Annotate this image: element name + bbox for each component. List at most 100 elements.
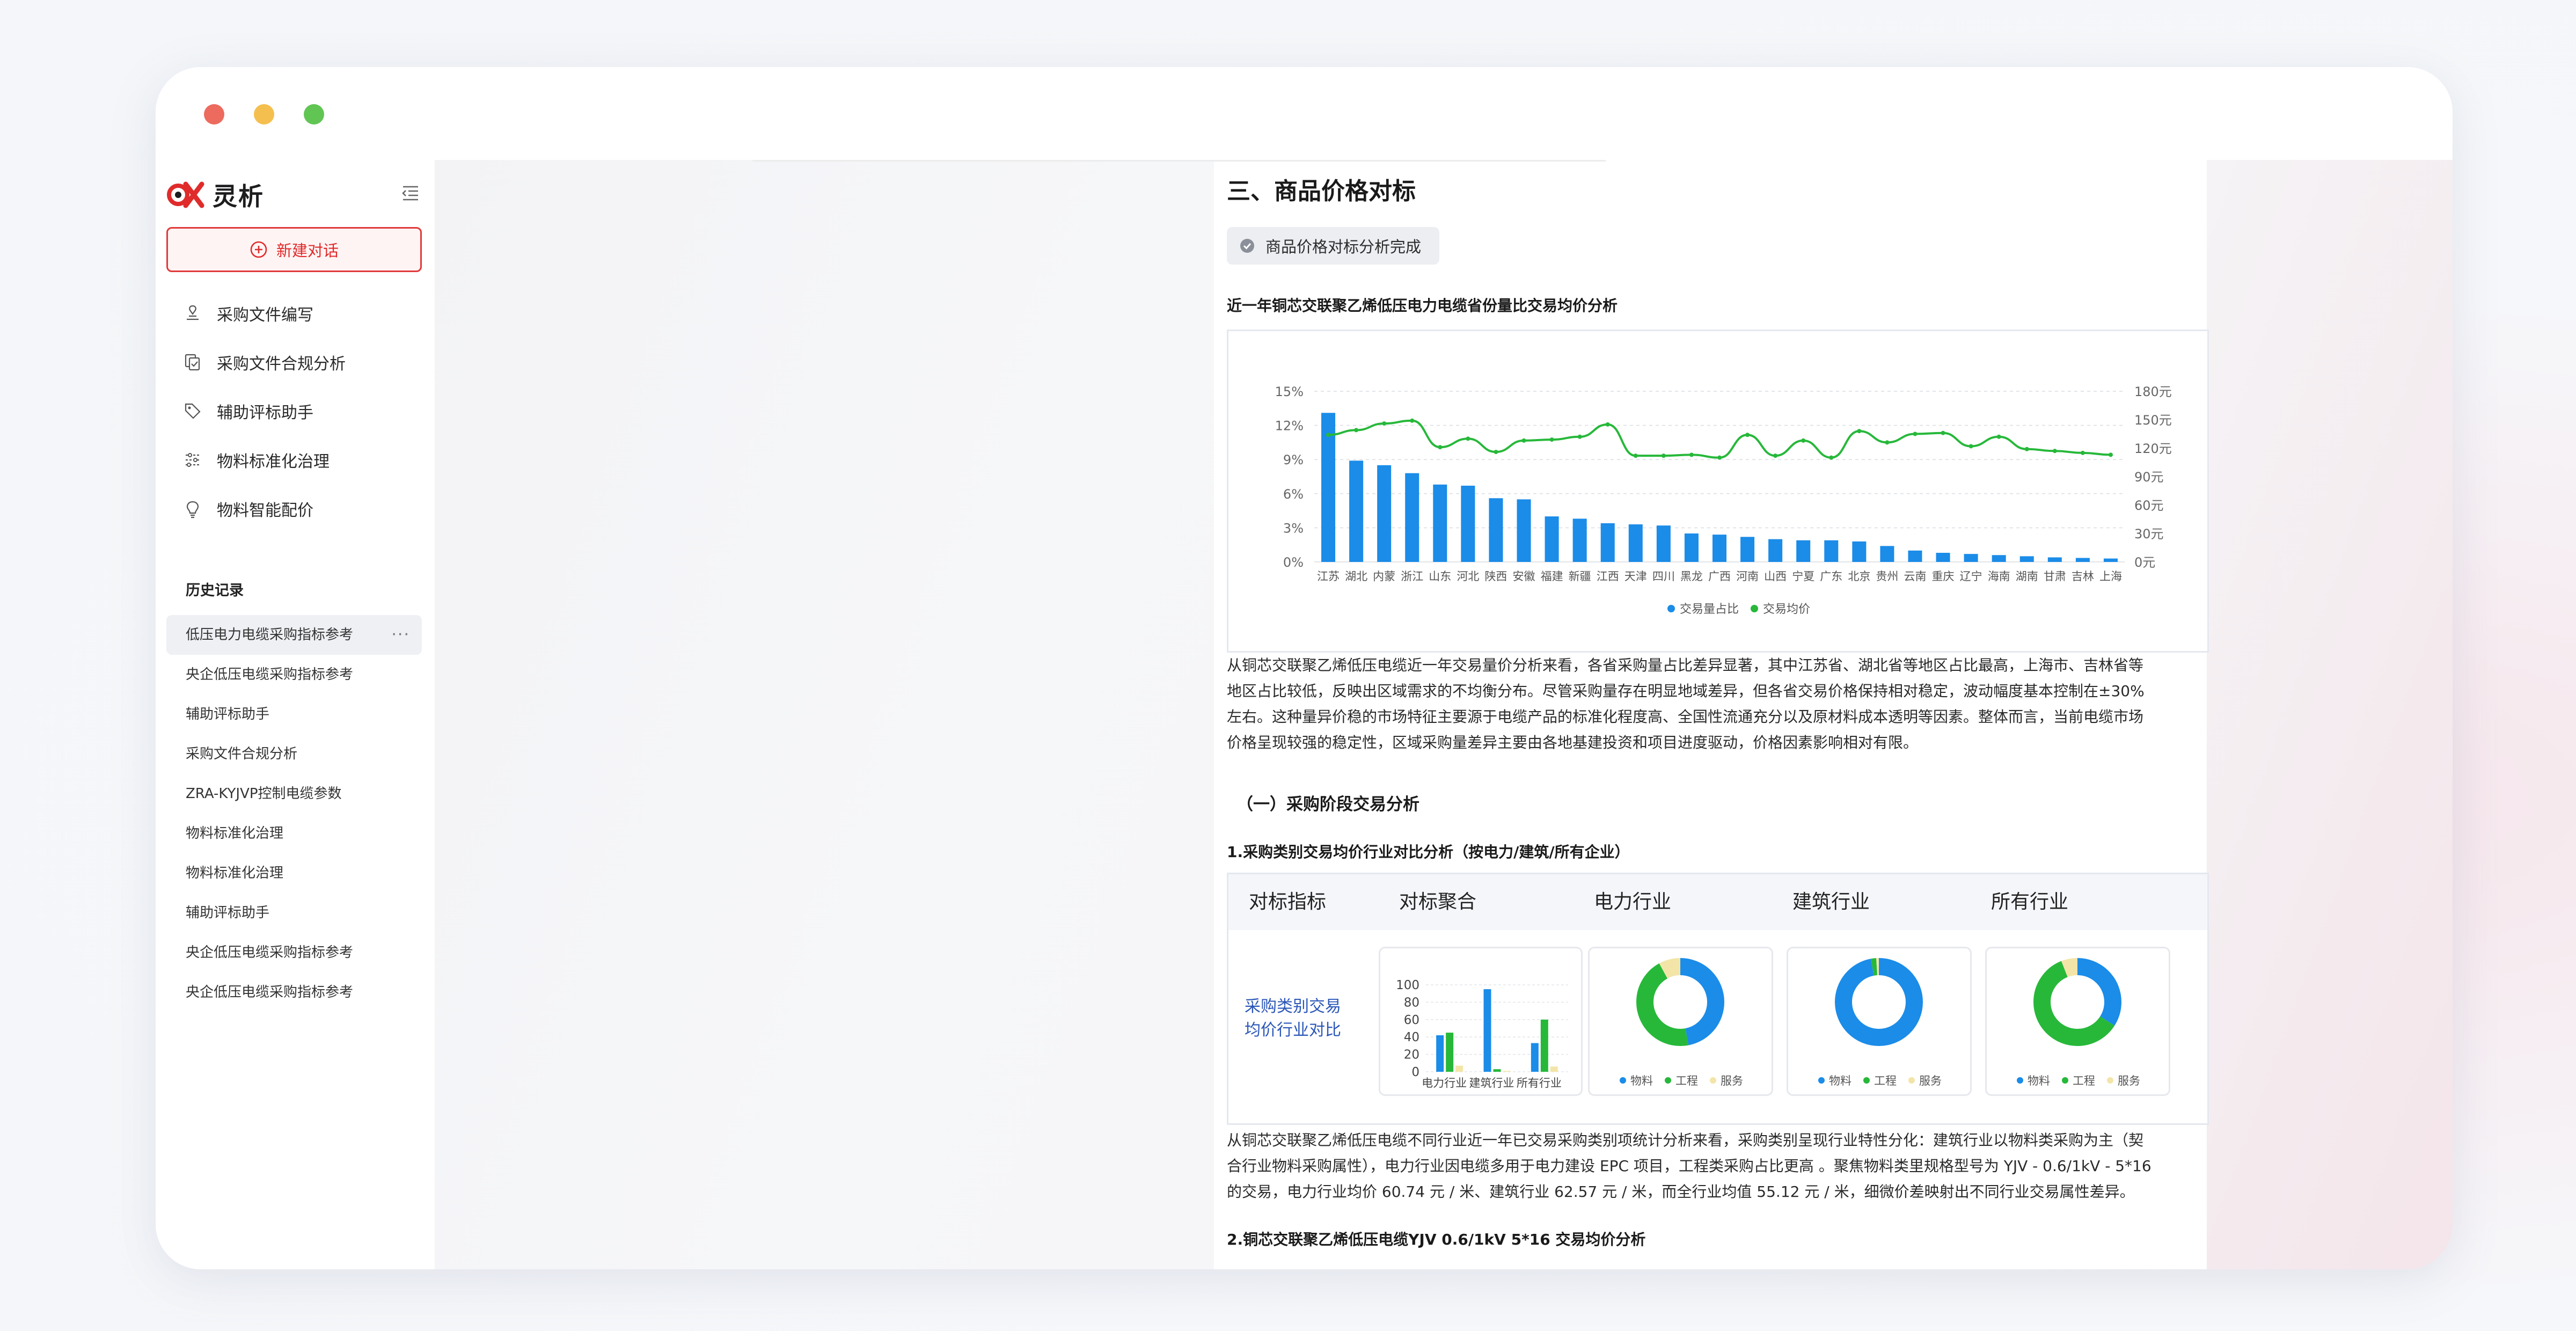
nav-item-label: 辅助评标助手 xyxy=(217,403,313,422)
legend-swatch xyxy=(2107,1077,2113,1084)
bar xyxy=(1489,498,1503,562)
bar xyxy=(2075,558,2090,562)
maximize-window-button[interactable] xyxy=(304,104,324,125)
history-item[interactable]: ZRA-KYJVP控制电缆参数 xyxy=(166,774,422,814)
more-options-icon[interactable]: ··· xyxy=(391,615,410,655)
line-point xyxy=(1633,454,1638,458)
history-item[interactable]: 辅助评标助手 xyxy=(166,893,422,933)
bar xyxy=(1531,1043,1539,1072)
table-header-cell: 所有行业 xyxy=(1990,891,2068,913)
x-tick-label: 云南 xyxy=(1904,570,1926,583)
line-point xyxy=(2080,450,2085,455)
y-tick-label: 0 xyxy=(1411,1065,1419,1079)
bar xyxy=(1461,485,1475,562)
paragraph-line: 地区占比较低，反映出区域需求的不均衡分布。尽管采购量存在明显地域差异，但各省交易… xyxy=(1227,682,2145,700)
legend-swatch xyxy=(1710,1077,1716,1084)
history-item[interactable]: 央企低压电缆采购指标参考 xyxy=(166,972,422,1012)
status-badge: 商品价格对标分析完成 xyxy=(1227,227,1440,265)
history-item[interactable]: 低压电力电缆采购指标参考 ··· xyxy=(166,615,422,655)
history-item[interactable]: 物料标准化治理 xyxy=(166,853,422,893)
nav-item-smart-pricing[interactable]: 物料智能配价 xyxy=(182,484,419,533)
paragraph-line: 左右。这种量异价稳的市场特征主要源于电缆产品的标准化程度高、全国性流通充分以及原… xyxy=(1227,708,2144,726)
history-item-label: 央企低压电缆采购指标参考 xyxy=(186,945,354,961)
legend-label: 工程 xyxy=(1675,1074,1698,1087)
all-industry-pie-svg: 物料 工程 服务 xyxy=(2017,958,2140,1087)
legend-label: 工程 xyxy=(1874,1074,1897,1087)
bar xyxy=(1433,484,1447,562)
legend-swatch xyxy=(1908,1077,1915,1084)
bar xyxy=(1936,553,1950,562)
nav-item-compliance[interactable]: 采购文件合规分析 xyxy=(182,338,419,386)
history-item[interactable]: 物料标准化治理 xyxy=(166,814,422,853)
bar xyxy=(1517,499,1531,562)
section-title: 三、商品价格对标 xyxy=(1227,178,1416,205)
x-tick-label: 山西 xyxy=(1764,570,1787,583)
bar xyxy=(1852,541,1867,562)
line-point xyxy=(1968,444,1973,449)
line-point xyxy=(2024,447,2029,451)
nav-item-material-governance[interactable]: 物料标准化治理 xyxy=(182,435,419,484)
x-tick-label: 宁夏 xyxy=(1792,570,1814,583)
x-tick-label: 四川 xyxy=(1652,570,1675,583)
line-point xyxy=(1438,445,1443,450)
history-item-label: 辅助评标助手 xyxy=(186,905,270,921)
doc-edit-icon xyxy=(187,305,199,320)
x-tick-label: 建筑行业 xyxy=(1469,1077,1514,1089)
nav-item-doc-writing[interactable]: 采购文件编写 xyxy=(182,289,419,338)
line-point xyxy=(1605,422,1610,427)
new-chat-button[interactable]: 新建对话 xyxy=(166,227,422,272)
bar xyxy=(1880,546,1894,562)
bar xyxy=(1768,539,1783,562)
chart-title: 近一年铜芯交联聚乙烯低压电力电缆省份量比交易均价分析 xyxy=(1227,297,1618,315)
collapse-sidebar-icon[interactable] xyxy=(400,182,421,204)
table-header-cell: 对标聚合 xyxy=(1399,891,1476,913)
close-window-button[interactable] xyxy=(204,104,224,125)
x-tick-label: 海南 xyxy=(1988,570,2010,583)
legend-label: 交易均价 xyxy=(1763,603,1810,616)
legend-swatch xyxy=(1667,605,1675,612)
line-point xyxy=(1354,428,1359,433)
legend-swatch xyxy=(2062,1077,2068,1084)
x-tick-label: 贵州 xyxy=(1876,570,1898,583)
history-item[interactable]: 央企低压电缆采购指标参考 xyxy=(166,655,422,694)
window-titlebar xyxy=(156,67,2453,160)
x-tick-label: 河南 xyxy=(1736,570,1759,583)
nav-item-label: 采购文件合规分析 xyxy=(217,354,346,374)
history-item-label: 采购文件合规分析 xyxy=(186,746,298,762)
history-item-label: 物料标准化治理 xyxy=(186,865,284,881)
line-point xyxy=(2052,449,2057,454)
y-left-tick-label: 15% xyxy=(1275,384,1304,399)
check-circle-icon xyxy=(1240,239,1254,253)
industry-paragraph: 从铜芯交联聚乙烯低压电缆不同行业近一年已交易采购类别项统计分析来看，采购类别呈现… xyxy=(1227,1128,2209,1205)
line-point xyxy=(1577,434,1582,439)
sub-title-1: 1.采购类别交易均价行业对比分析（按电力/建筑/所有企业） xyxy=(1227,843,1630,861)
y-right-tick-label: 150元 xyxy=(2134,413,2172,428)
power-industry-pie: 物料 工程 服务 xyxy=(1588,947,1773,1096)
stage-title: （一）采购阶段交易分析 xyxy=(1236,795,1419,814)
x-tick-label: 北京 xyxy=(1848,570,1870,583)
line-point xyxy=(1661,454,1666,458)
sidebar: 灵析 新建对话 采购文件编写 采购文件合规分析 辅助评标助手 物料标准化治理 物… xyxy=(156,160,435,1269)
bar xyxy=(1796,540,1811,562)
y-left-tick-label: 3% xyxy=(1283,521,1304,536)
app-name: 灵析 xyxy=(213,182,264,211)
x-tick-label: 所有行业 xyxy=(1517,1077,1562,1089)
table-row-label: 采购类别交易均价行业对比 xyxy=(1245,997,1341,1040)
bar xyxy=(2103,558,2118,562)
history-item[interactable]: 辅助评标助手 xyxy=(166,694,422,734)
bar xyxy=(1992,555,2006,562)
history-item[interactable]: 央企低压电缆采购指标参考 xyxy=(166,933,422,972)
history-list: 低压电力电缆采购指标参考 ··· 央企低压电缆采购指标参考 辅助评标助手 采购文… xyxy=(166,615,422,1012)
app-logo[interactable]: 灵析 xyxy=(166,176,264,214)
legend-label: 物料 xyxy=(2028,1074,2050,1087)
minimize-window-button[interactable] xyxy=(254,104,274,125)
history-item[interactable]: 采购文件合规分析 xyxy=(166,734,422,774)
nav-item-bid-assist[interactable]: 辅助评标助手 xyxy=(182,386,419,435)
series-line xyxy=(1328,419,2111,459)
bar xyxy=(1483,989,1491,1072)
y-right-tick-label: 60元 xyxy=(2134,498,2164,513)
line-point xyxy=(1466,436,1470,441)
bar xyxy=(1740,537,1755,562)
x-tick-label: 重庆 xyxy=(1932,570,1955,583)
x-tick-label: 黑龙 xyxy=(1680,570,1703,583)
